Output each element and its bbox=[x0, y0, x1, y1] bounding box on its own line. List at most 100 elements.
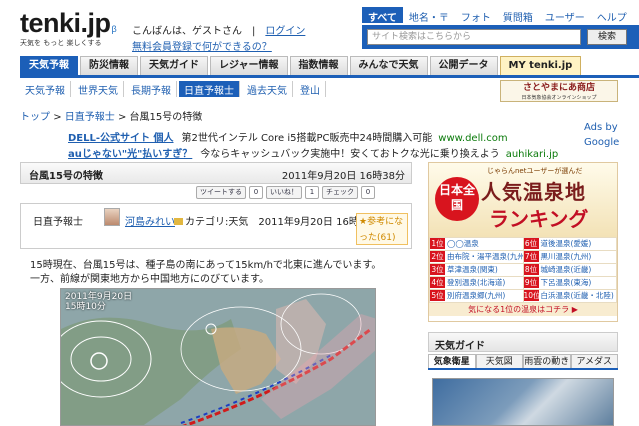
sub-nav: 天気予報 世界天気 長期予報 日直予報士 過去天気 登山 bbox=[20, 81, 328, 97]
main-nav: 天気予報 防災情報 天気ガイド レジャー情報 指数情報 みんなで天気 公開データ… bbox=[20, 56, 639, 78]
text-ad[interactable]: DELL-公式サイト 個人 第2世代インテル Core i5搭載PC販売中24時間… bbox=[68, 129, 508, 144]
ad-url[interactable]: auhikari.jp bbox=[506, 149, 559, 160]
search-tab-all[interactable]: すべて bbox=[362, 7, 403, 24]
nav-tab-leisure[interactable]: レジャー情報 bbox=[210, 56, 288, 75]
text-ad[interactable]: auじゃない"光"払いすぎ？ 今ならキャッシュバック実施中！安くておトクな光に乗り… bbox=[68, 145, 558, 160]
tab-satellite[interactable]: 気象衛星 bbox=[428, 354, 476, 368]
map-time: 15時10分 bbox=[65, 302, 106, 312]
breadcrumb-section[interactable]: 日直予報士 bbox=[65, 112, 115, 123]
article-title: 台風15号の特徴 bbox=[29, 171, 103, 182]
onsen-ranking-label: ランキング bbox=[489, 207, 589, 231]
onsen-name[interactable]: 登別温泉(北海道) bbox=[447, 278, 505, 287]
breadcrumb-home[interactable]: トップ bbox=[20, 112, 50, 123]
list-item[interactable]: 10位白浜温泉(近畿・北陸) bbox=[523, 290, 616, 302]
onsen-name[interactable]: 白浜温泉(近畿・北陸) bbox=[541, 291, 614, 300]
weather-guide-heading: 天気ガイド bbox=[428, 332, 618, 352]
category-label[interactable]: カテゴリ:天気 bbox=[185, 217, 248, 228]
search-tabs: すべて 地名・〒 フォト 質問箱 ユーザー ヘルプ bbox=[362, 7, 639, 24]
logo-text[interactable]: tenki.jp bbox=[20, 8, 111, 38]
rank-number: 3位 bbox=[430, 264, 445, 275]
subnav-world[interactable]: 世界天気 bbox=[73, 81, 124, 97]
nav-tab-opendata[interactable]: 公開データ bbox=[429, 56, 498, 75]
article-date: 2011年9月20日 16時38分 bbox=[281, 171, 405, 182]
ad-text: 今ならキャッシュバック実施中！安くておトクな光に乗り換えよう bbox=[200, 149, 500, 160]
logo-tagline: 天気を もっと 楽しくする bbox=[20, 39, 102, 47]
search-tab-place[interactable]: 地名・〒 bbox=[403, 7, 455, 24]
search-tab-qa[interactable]: 質問箱 bbox=[497, 7, 539, 24]
list-item[interactable]: 7位 黒川温泉(九州) bbox=[523, 251, 616, 263]
logo-beta: β bbox=[111, 24, 117, 34]
rank-number: 5位 bbox=[430, 290, 445, 301]
list-item[interactable]: 5位 別府温泉郷(九州) bbox=[430, 290, 523, 302]
subnav-longterm[interactable]: 長期予報 bbox=[126, 81, 177, 97]
onsen-name[interactable]: 道後温泉(愛媛) bbox=[541, 239, 592, 248]
search-tab-help[interactable]: ヘルプ bbox=[591, 7, 633, 24]
rank-number: 7位 bbox=[523, 251, 539, 262]
ad-title[interactable]: auじゃない"光"払いすぎ？ bbox=[68, 149, 192, 160]
article-body-line: 一方、前線が関東地方から中国地方にのびています。 bbox=[30, 274, 269, 285]
subnav-daily-forecaster[interactable]: 日直予報士 bbox=[179, 81, 240, 97]
shop-banner[interactable]: さとやまにあ商店 日本気象協会オンラインショップ bbox=[500, 80, 618, 102]
list-item[interactable]: 8位 城崎温泉(近畿) bbox=[523, 264, 616, 276]
subnav-forecast[interactable]: 天気予報 bbox=[20, 81, 71, 97]
signup-info-link[interactable]: 無料会員登録で何ができるの？ bbox=[132, 38, 272, 53]
subnav-past[interactable]: 過去天気 bbox=[242, 81, 293, 97]
map-timestamp: 2011年9月20日 15時10分 bbox=[65, 292, 132, 312]
list-item[interactable]: 2位 由布院・湯平温泉(九州) bbox=[430, 251, 523, 263]
onsen-ranking-ad[interactable]: じゃらんnetユーザーが選んだ 日本全国 人気温泉地 ランキング 1位 ◯◯温泉 … bbox=[428, 162, 618, 322]
nav-tab-my[interactable]: MY tenki.jp bbox=[499, 56, 582, 75]
onsen-name[interactable]: 草津温泉(関東) bbox=[447, 265, 498, 274]
helpful-button[interactable]: ★参考になった(61) bbox=[356, 213, 408, 245]
list-item[interactable]: 9位 下呂温泉(東海) bbox=[523, 277, 616, 289]
tab-weather-chart[interactable]: 天気図 bbox=[475, 354, 523, 368]
search-input[interactable]: サイト検索はこちらから bbox=[367, 29, 581, 45]
list-item[interactable]: 4位 登別温泉(北海道) bbox=[430, 277, 523, 289]
author-label: 日直予報士 bbox=[33, 217, 83, 228]
onsen-name[interactable]: 由布院・湯平温泉(九州) bbox=[447, 252, 523, 261]
rank-number: 10位 bbox=[523, 290, 541, 301]
rank-number: 9位 bbox=[523, 277, 539, 288]
article-body-line: 15時現在、台風15号は、種子島の南にあって15km/hで北東に進んでいます。 bbox=[30, 260, 382, 271]
nav-tab-guide[interactable]: 天気ガイド bbox=[140, 56, 208, 75]
ad-url[interactable]: www.dell.com bbox=[438, 133, 507, 144]
ad-title[interactable]: DELL-公式サイト 個人 bbox=[68, 133, 174, 144]
list-item[interactable]: 3位 草津温泉(関東) bbox=[430, 264, 523, 276]
list-item[interactable]: 6位 道後温泉(愛媛) bbox=[523, 238, 616, 250]
tweet-button[interactable]: ツイートする bbox=[196, 186, 246, 199]
ads-by-google[interactable]: Ads by Google bbox=[584, 120, 639, 150]
login-link[interactable]: ログイン bbox=[265, 26, 305, 37]
check-count: 0 bbox=[361, 186, 375, 199]
list-item[interactable]: 1位 ◯◯温泉 bbox=[430, 238, 523, 250]
onsen-name[interactable]: 黒川温泉(九州) bbox=[541, 252, 592, 261]
nav-tab-forecast[interactable]: 天気予報 bbox=[20, 56, 78, 75]
nav-tab-disaster[interactable]: 防災情報 bbox=[80, 56, 138, 75]
site-logo[interactable]: tenki.jpβ bbox=[20, 8, 117, 39]
tab-rain-radar[interactable]: 雨雲の動き bbox=[523, 354, 571, 368]
onsen-footer-link[interactable]: 気になる1位の温泉はコチラ ▶ bbox=[429, 303, 617, 316]
shop-banner-title: さとやまにあ商店 bbox=[522, 83, 595, 93]
rank-number: 6位 bbox=[523, 238, 539, 249]
check-button[interactable]: チェック bbox=[322, 186, 358, 199]
search-bar: サイト検索はこちらから 検索 bbox=[362, 25, 639, 49]
nav-tab-community[interactable]: みんなで天気 bbox=[349, 56, 428, 75]
onsen-banner-top[interactable]: じゃらんnetユーザーが選んだ 日本全国 人気温泉地 ランキング bbox=[429, 163, 617, 237]
breadcrumb-current: 台風15号の特徴 bbox=[129, 112, 203, 123]
author-avatar[interactable] bbox=[104, 208, 120, 226]
subnav-mountain[interactable]: 登山 bbox=[295, 81, 326, 97]
search-tab-photo[interactable]: フォト bbox=[455, 7, 497, 24]
onsen-name[interactable]: 城崎温泉(近畿) bbox=[541, 265, 592, 274]
tab-amedas[interactable]: アメダス bbox=[570, 354, 618, 368]
article-category[interactable]: カテゴリ:天気 2011年9月20日 16時38分 bbox=[174, 213, 382, 228]
search-tab-user[interactable]: ユーザー bbox=[539, 7, 591, 24]
nav-tab-index[interactable]: 指数情報 bbox=[289, 56, 348, 75]
greeting-text: こんばんは、ゲストさん bbox=[132, 26, 242, 37]
weather-guide-tabs: 気象衛星 天気図 雨雲の動き アメダス bbox=[428, 354, 618, 370]
onsen-name[interactable]: ◯◯温泉 bbox=[447, 239, 479, 248]
search-button[interactable]: 検索 bbox=[587, 29, 627, 45]
onsen-title: 人気温泉地 bbox=[481, 180, 586, 204]
onsen-name[interactable]: 下呂温泉(東海) bbox=[541, 278, 592, 287]
onsen-name[interactable]: 別府温泉郷(九州) bbox=[447, 291, 505, 300]
like-button[interactable]: いいね！ bbox=[266, 186, 302, 199]
satellite-image[interactable] bbox=[432, 378, 614, 426]
author-link[interactable]: 河島みれい bbox=[125, 213, 175, 228]
